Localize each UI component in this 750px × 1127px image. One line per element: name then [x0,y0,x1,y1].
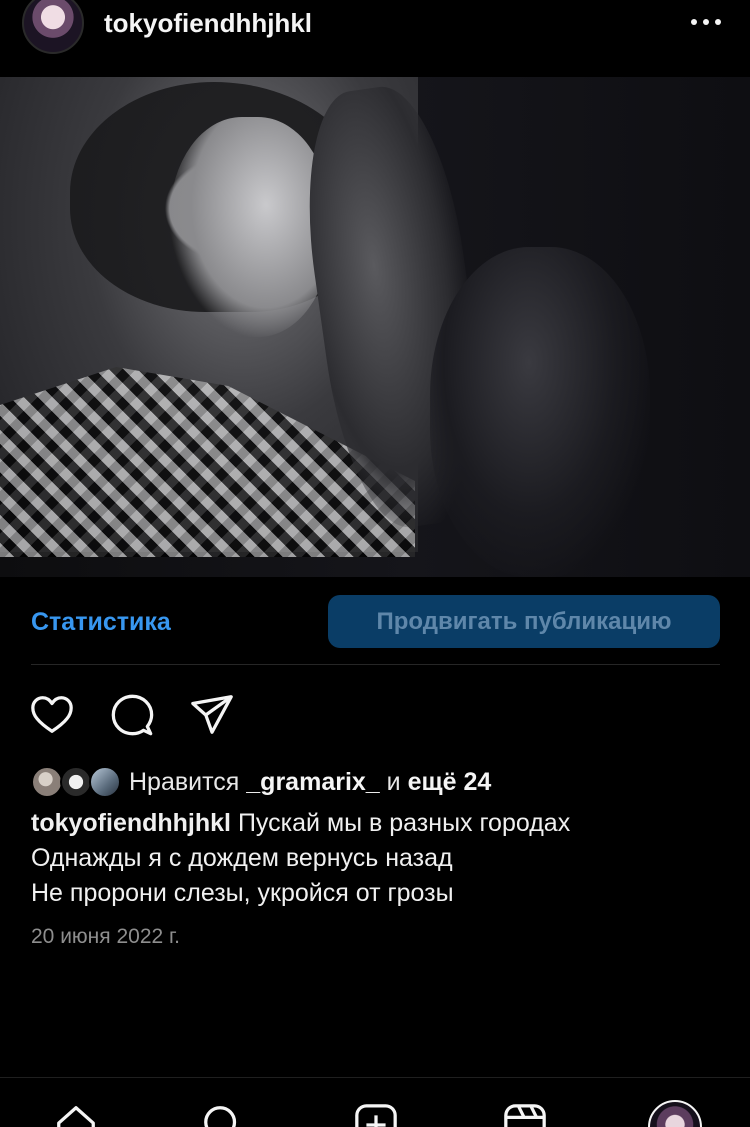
more-dot [703,19,709,25]
liker-avatar [31,766,63,798]
divider [31,664,720,665]
caption-line: tokyofiendhhjhkl Пускай мы в разных горо… [31,806,731,841]
more-dot [691,19,697,25]
promote-post-button[interactable]: Продвигать публикацию [328,595,720,648]
comment-icon[interactable] [108,691,156,739]
home-icon[interactable] [51,1102,101,1127]
likes-conjunction: и [386,767,401,796]
post-caption: tokyofiendhhjhkl Пускай мы в разных горо… [31,806,731,911]
post-photo[interactable] [0,77,750,577]
caption-text: Пускай мы в разных городах [237,809,571,837]
more-dot [715,19,721,25]
caption-line: Не пророни слезы, укройся от грозы [31,879,454,907]
liker-avatar [89,766,121,798]
create-icon[interactable] [351,1102,401,1127]
profile-avatar[interactable] [648,1100,702,1127]
likes-prefix: Нравится [129,767,240,796]
photo-face [170,117,330,337]
liker-username[interactable]: _gramarix_ [246,768,379,797]
statistics-link[interactable]: Статистика [31,608,171,637]
insights-row: Статистика Продвигать публикацию [0,595,750,651]
reels-icon[interactable] [500,1102,550,1127]
more-horizontal-icon[interactable] [682,4,730,40]
liker-avatars [31,766,123,798]
post-username[interactable]: tokyofiendhhjhkl [104,8,312,39]
post-header: tokyofiendhhjhkl [0,0,750,60]
avatar[interactable] [22,0,84,54]
heart-icon[interactable] [28,691,76,739]
liker-avatar [60,766,92,798]
post-date: 20 июня 2022 г. [31,925,180,948]
caption-username[interactable]: tokyofiendhhjhkl [31,809,231,837]
search-icon[interactable] [198,1102,248,1127]
bottom-tab-bar [0,1077,750,1127]
share-icon[interactable] [188,691,236,739]
likes-summary[interactable]: Нравится _gramarix_ и ещё 24 [31,765,491,799]
photo-silhouette [430,247,650,577]
likes-others-count[interactable]: ещё 24 [408,768,492,797]
caption-line: Однажды я с дождем вернусь назад [31,844,453,872]
